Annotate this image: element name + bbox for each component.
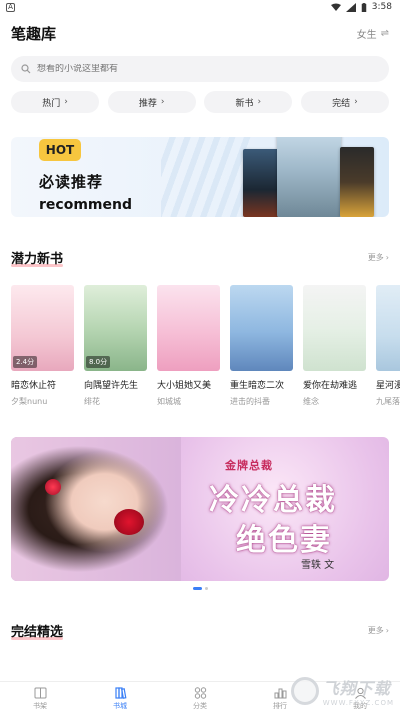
- signal-icon: [345, 2, 356, 12]
- rating-badge: 2.4分: [13, 356, 38, 368]
- book-cover-image: [277, 137, 341, 217]
- tab-bookstore[interactable]: 书城: [90, 682, 150, 715]
- book-cover-image: 8.0分: [84, 285, 147, 371]
- more-label: 更多: [367, 253, 384, 262]
- notification-icon: A: [6, 2, 15, 12]
- book-title: 爱你在劫难逃: [303, 381, 358, 391]
- chevron-right-icon: ›: [354, 97, 358, 107]
- banner-title-line1: 冷冷总裁: [209, 483, 337, 518]
- chevron-right-icon: ›: [64, 97, 68, 107]
- watermark-logo: [290, 677, 319, 705]
- book-list: 2.4分 暗恋休止符 夕梨nunu 8.0分 向隅望许先生 绯花 大小姐她又美 …: [0, 285, 400, 407]
- more-link[interactable]: 更多 ›: [368, 625, 389, 636]
- pill-label: 热门: [42, 98, 61, 109]
- watermark: 飞翔下载 WWW.FXXZ.COM: [290, 675, 394, 707]
- rating-badge: 8.0分: [86, 356, 111, 368]
- gender-label: 女生: [356, 29, 377, 41]
- promo-banner[interactable]: 金牌总裁 冷冷总裁 绝色妻 雪轶 文: [11, 437, 389, 581]
- book-cover-image: [376, 285, 400, 371]
- banner-tag: 金牌总裁: [225, 459, 273, 472]
- book-title: 向隅望许先生: [84, 381, 139, 391]
- status-bar: A 3:58: [0, 0, 400, 14]
- recommend-title: 必读推荐: [39, 173, 104, 191]
- book-item[interactable]: 爱你在劫难逃 维念: [303, 285, 366, 407]
- pill-finished[interactable]: 完结 ›: [300, 91, 389, 113]
- book-author: 绯花: [84, 397, 100, 406]
- watermark-url: WWW.FXXZ.COM: [322, 699, 394, 707]
- search-input[interactable]: [37, 64, 379, 74]
- section-title: 潜力新书: [11, 248, 64, 267]
- category-pills: 热门 › 推荐 › 新书 › 完结 ›: [11, 91, 389, 113]
- tab-bookshelf[interactable]: 书架: [10, 682, 70, 715]
- recommend-banner[interactable]: HOT 必读推荐 recommend: [11, 137, 389, 217]
- chevron-right-icon: ›: [385, 626, 389, 635]
- section-header-new: 潜力新书 更多 ›: [0, 248, 400, 267]
- clock: 3:58: [371, 2, 392, 12]
- carousel-dot-active[interactable]: [192, 587, 202, 590]
- rose-decoration: [114, 509, 144, 535]
- pill-recommend[interactable]: 推荐 ›: [107, 91, 196, 113]
- tab-category[interactable]: 分类: [170, 682, 230, 715]
- book-author: 如城城: [157, 397, 181, 406]
- book-item[interactable]: 8.0分 向隅望许先生 绯花: [84, 285, 147, 407]
- bookstore-icon: [114, 686, 126, 699]
- search-icon: [21, 64, 31, 74]
- book-cover-image: [340, 147, 374, 217]
- carousel-indicator: [0, 587, 400, 590]
- app-title: 笔趣库: [11, 24, 57, 43]
- book-cover-image: [243, 149, 279, 217]
- grid-icon: [194, 686, 206, 699]
- rank-icon: [274, 688, 286, 698]
- flower-decoration: [45, 479, 61, 495]
- chevron-right-icon: ›: [385, 253, 389, 262]
- book-title: 星河漫: [376, 381, 400, 391]
- book-title: 暗恋休止符: [11, 381, 57, 391]
- book-item[interactable]: 大小姐她又美 如城城: [157, 285, 220, 407]
- recommend-subtitle: recommend: [39, 197, 132, 213]
- book-author: 进击的抖番: [230, 397, 270, 406]
- search-bar[interactable]: [11, 56, 389, 82]
- section-header-finished: 完结精选 更多 ›: [0, 621, 400, 640]
- watermark-text: 飞翔下载: [322, 679, 391, 698]
- more-link[interactable]: 更多 ›: [368, 252, 389, 263]
- pill-label: 完结: [332, 98, 351, 109]
- hot-badge: HOT: [39, 139, 81, 161]
- section-title: 完结精选: [11, 621, 64, 640]
- chevron-right-icon: ›: [160, 97, 165, 107]
- tab-label: 书城: [113, 701, 127, 710]
- pill-new[interactable]: 新书 ›: [204, 91, 293, 113]
- tab-label: 排行: [273, 701, 287, 710]
- tab-label: 分类: [193, 701, 207, 710]
- more-label: 更多: [367, 626, 384, 635]
- pill-hot[interactable]: 热门 ›: [11, 91, 99, 113]
- banner-author: 雪轶 文: [301, 560, 335, 571]
- book-icon: [34, 687, 46, 698]
- book-author: 夕梨nunu: [11, 397, 48, 406]
- book-author: 九尾落: [376, 397, 400, 406]
- gender-switch[interactable]: 女生 ⇌: [357, 26, 389, 41]
- book-title: 重生暗恋二次: [230, 381, 285, 391]
- wifi-icon: [330, 3, 341, 11]
- carousel-dot[interactable]: [204, 587, 208, 590]
- chevron-right-icon: ›: [257, 97, 262, 107]
- tab-label: 书架: [33, 701, 47, 710]
- book-item[interactable]: 星河漫 九尾落: [376, 285, 400, 407]
- book-cover-image: [230, 285, 293, 371]
- book-cover-image: [303, 285, 366, 371]
- pill-label: 推荐: [138, 98, 157, 109]
- swap-icon: ⇌: [380, 27, 389, 39]
- pill-label: 新书: [235, 98, 254, 109]
- banner-title-line2: 绝色妻: [236, 523, 332, 558]
- book-title: 大小姐她又美: [157, 381, 212, 391]
- app-header: 笔趣库 女生 ⇌: [0, 14, 400, 52]
- banner-decoration: [161, 137, 251, 217]
- book-cover-image: [157, 285, 220, 371]
- book-item[interactable]: 重生暗恋二次 进击的抖番: [230, 285, 293, 407]
- battery-icon: [361, 2, 367, 12]
- book-item[interactable]: 2.4分 暗恋休止符 夕梨nunu: [11, 285, 74, 407]
- banner-illustration: [11, 437, 181, 581]
- book-author: 维念: [303, 397, 319, 406]
- book-cover-image: 2.4分: [11, 285, 74, 371]
